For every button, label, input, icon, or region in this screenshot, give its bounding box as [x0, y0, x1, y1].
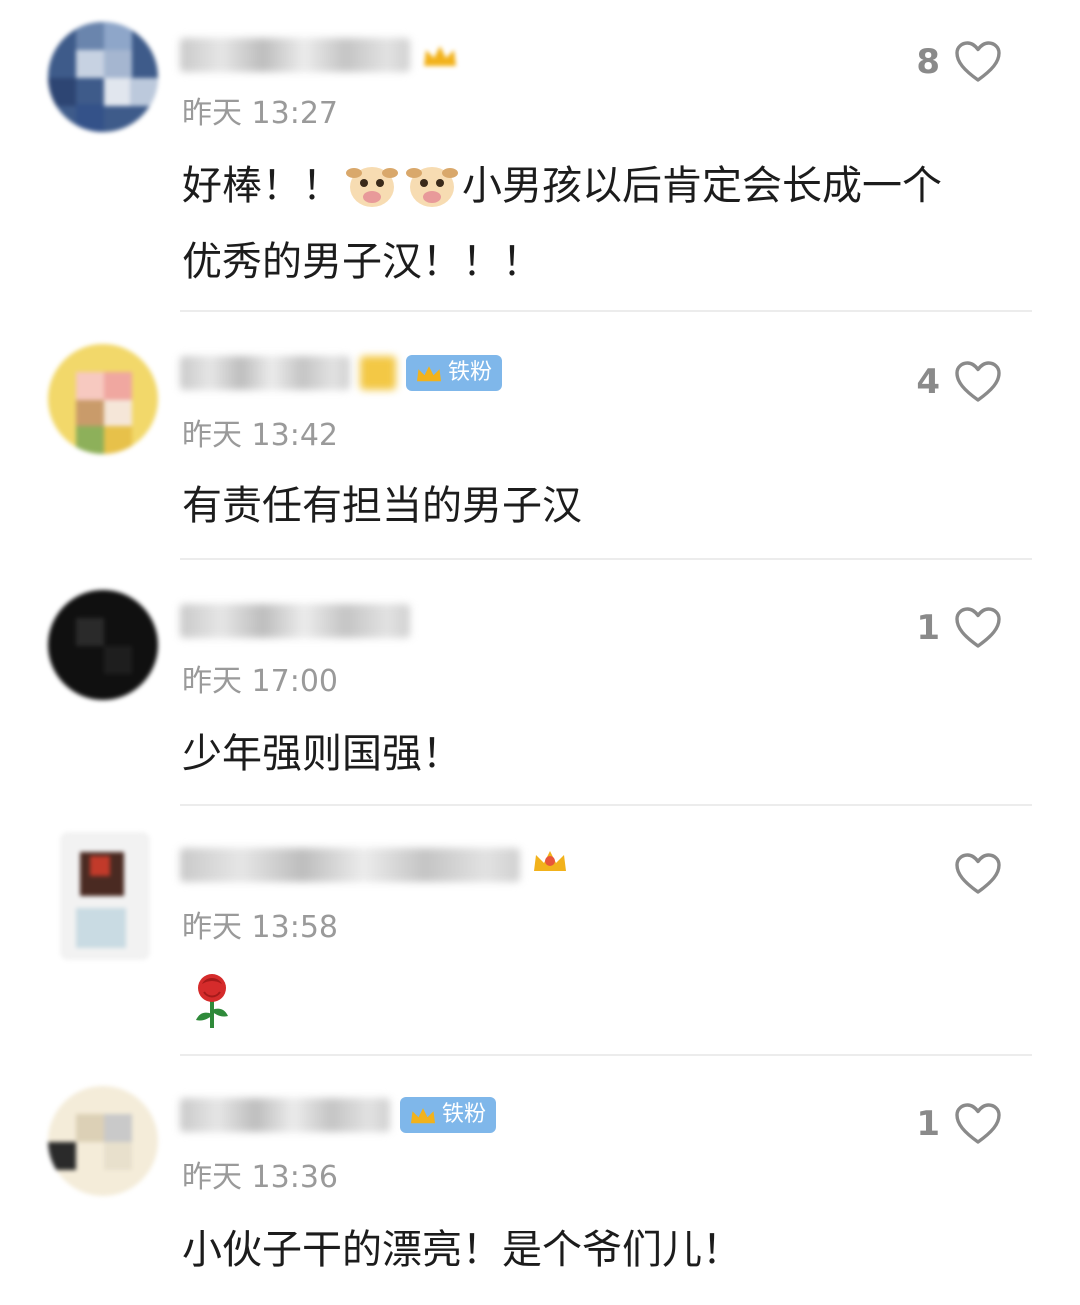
comment-text: 有责任有担当的男子汉 — [182, 483, 582, 529]
badge-label: 铁粉 — [442, 1102, 487, 1127]
username-blurred[interactable] — [180, 1098, 390, 1132]
username-row[interactable]: 铁粉 — [180, 348, 503, 398]
comment-time: 昨天 13:58 — [182, 910, 338, 945]
username-blurred[interactable] — [180, 604, 410, 638]
heart-icon[interactable] — [954, 1102, 1002, 1146]
comment-time: 昨天 13:27 — [182, 96, 338, 131]
comment-item: 昨天 13:58 — [0, 812, 1080, 1056]
like-button[interactable]: 8 — [916, 40, 1002, 84]
comment-text: 少年强则国强！ — [182, 731, 462, 777]
comment-time: 昨天 13:36 — [182, 1160, 338, 1195]
like-button[interactable]: 4 — [916, 360, 1002, 404]
like-count: 1 — [916, 608, 940, 648]
username-blurred[interactable] — [360, 356, 396, 390]
divider — [180, 1054, 1032, 1056]
comment-time: 昨天 17:00 — [182, 664, 338, 699]
like-button[interactable]: 1 — [916, 1102, 1002, 1146]
crown-icon — [530, 845, 574, 885]
comment-item: 昨天 17:00 1 少年强则国强！ — [0, 566, 1080, 806]
crown-icon — [408, 1103, 438, 1127]
comment-text: 小伙子干的漂亮！是个爷们儿！ — [182, 1227, 742, 1273]
username-row[interactable]: 铁粉 — [180, 1090, 497, 1140]
crown-icon — [420, 40, 460, 70]
username-row[interactable] — [180, 596, 410, 646]
like-button[interactable]: 1 — [916, 606, 1002, 650]
comment-text-part: 好棒！！ — [182, 163, 342, 209]
rose-icon — [188, 970, 236, 1032]
divider — [180, 804, 1032, 806]
comment-item: 铁粉 昨天 13:42 4 有责任有担当的男子汉 — [0, 318, 1080, 560]
comment-text-part: 小男孩以后肯定会长成一个 — [462, 163, 942, 209]
badge-label: 铁粉 — [448, 360, 493, 385]
comment-text: 好棒！！ 小男孩以后肯定会长成一个优秀的男子汉！！！ — [182, 148, 1042, 300]
username-blurred[interactable] — [180, 38, 410, 72]
like-button[interactable] — [920, 852, 1002, 896]
avatar[interactable] — [60, 832, 150, 960]
heart-icon[interactable] — [954, 606, 1002, 650]
avatar[interactable] — [48, 590, 158, 700]
divider — [180, 558, 1032, 560]
username-row[interactable] — [180, 30, 460, 80]
divider — [180, 310, 1032, 312]
username-blurred[interactable] — [180, 356, 350, 390]
fan-badge: 铁粉 — [406, 355, 503, 391]
comment-item: 铁粉 昨天 13:36 1 小伙子干的漂亮！是个爷们儿！ — [0, 1062, 1080, 1305]
heart-icon[interactable] — [954, 40, 1002, 84]
cow-face-emoji — [404, 158, 460, 208]
username-row[interactable] — [180, 840, 574, 890]
avatar[interactable] — [48, 22, 158, 132]
heart-icon[interactable] — [954, 360, 1002, 404]
comment-text-part: 优秀的男子汉！！！ — [182, 239, 542, 285]
like-count: 1 — [916, 1104, 940, 1144]
avatar[interactable] — [48, 344, 158, 454]
fan-badge: 铁粉 — [400, 1097, 497, 1133]
like-count: 8 — [916, 42, 940, 82]
like-count: 4 — [916, 362, 940, 402]
comment-item: 昨天 13:27 8 好棒！！ 小男孩以后肯定会长成一个优秀的男子汉！！！ — [0, 0, 1080, 312]
username-blurred[interactable] — [180, 848, 520, 882]
cow-face-emoji — [344, 158, 400, 208]
crown-icon — [414, 361, 444, 385]
avatar[interactable] — [48, 1086, 158, 1196]
comment-time: 昨天 13:42 — [182, 418, 338, 453]
heart-icon[interactable] — [954, 852, 1002, 896]
